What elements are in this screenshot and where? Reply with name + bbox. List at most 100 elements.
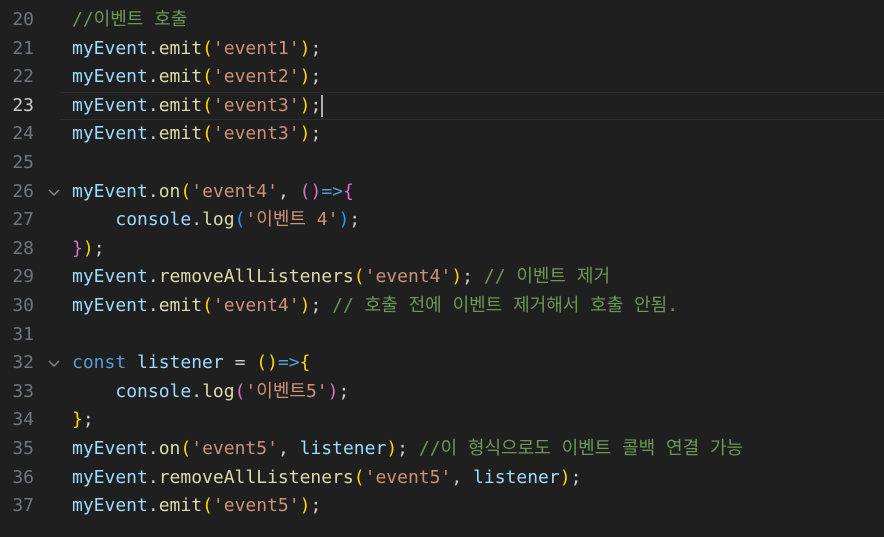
code-text[interactable]: myEvent.emit('event1'); (72, 35, 321, 64)
code-text[interactable]: myEvent.emit('event2'); (72, 63, 321, 92)
code-token: myEvent (72, 180, 148, 202)
text-cursor (321, 94, 324, 117)
code-token: ; (338, 380, 350, 402)
code-text[interactable]: }; (72, 406, 94, 435)
code-token: 'event2' (212, 66, 300, 88)
code-line[interactable]: 21 myEvent.emit('event1'); (0, 35, 884, 64)
code-token: ; (570, 466, 582, 488)
code-line[interactable]: 25 (0, 149, 884, 178)
code-token: log (202, 209, 235, 231)
code-text[interactable]: myEvent.emit('event3'); (72, 120, 321, 149)
code-line[interactable]: 33 console.log('이벤트5'); (0, 378, 884, 407)
code-line[interactable]: 36 myEvent.removeAllListeners('event5', l… (0, 464, 884, 493)
code-token: ) (299, 66, 311, 88)
code-text[interactable]: console.log('이벤트5'); (72, 378, 349, 407)
code-line[interactable]: 27 console.log('이벤트 4'); (0, 206, 884, 235)
code-line[interactable]: 37 myEvent.emit('event5'); (0, 492, 884, 521)
code-token: myEvent (72, 495, 148, 517)
code-token: , (451, 466, 474, 488)
code-token: on (158, 437, 181, 459)
line-number: 36 (12, 466, 34, 488)
code-line[interactable]: 22 myEvent.emit('event2'); (0, 63, 884, 92)
code-token: ; (82, 409, 94, 431)
code-token: ; (310, 123, 322, 145)
code-token: myEvent (72, 266, 148, 288)
code-token: , (277, 437, 300, 459)
line-number: 25 (12, 151, 34, 173)
line-number: 32 (12, 352, 34, 374)
code-token: ( (202, 66, 213, 88)
code-token: ) (559, 466, 571, 488)
code-token: ; (349, 209, 361, 231)
code-line[interactable]: 26 myEvent.on('event4', ()=>{ (0, 178, 884, 207)
code-token: . (147, 37, 159, 59)
code-token: 'event4' (191, 180, 278, 202)
code-line[interactable]: 35 myEvent.on('event5', listener); //이 형식… (0, 435, 884, 464)
code-text[interactable]: myEvent.removeAllListeners('event4'); //… (72, 263, 610, 292)
code-token: ; (310, 37, 322, 59)
code-token: . (147, 66, 159, 88)
code-text[interactable]: console.log('이벤트 4'); (72, 206, 360, 235)
code-token: ; (93, 237, 105, 259)
chevron-down-icon[interactable] (44, 178, 64, 207)
code-text[interactable]: //이벤트 호출 (72, 6, 187, 35)
code-token: emit (158, 37, 203, 59)
code-text[interactable]: const listener = ()=>{ (72, 349, 310, 378)
code-editor[interactable]: 20//이벤트 호출 21 myEvent.emit('event1'); 22 myE… (0, 0, 884, 537)
code-line[interactable]: 23 myEvent.emit('event3'); (0, 91, 884, 121)
code-token: //이 형식으로도 이벤트 콜백 연결 가능 (418, 437, 744, 459)
code-text[interactable]: myEvent.emit('event4'); // 호출 전에 이벤트 제거해… (72, 292, 678, 321)
code-text[interactable]: myEvent.removeAllListeners('event5', lis… (72, 464, 581, 493)
code-token: 'event5' (364, 466, 452, 488)
line-number: 26 (12, 180, 34, 202)
code-token: ; (397, 437, 419, 459)
code-token: emit (158, 123, 203, 145)
code-token: ) (299, 94, 311, 116)
code-line[interactable]: 29 myEvent.removeAllListeners('event4'); … (0, 263, 884, 292)
code-line[interactable]: 30 myEvent.emit('event4'); // 호출 전에 이벤트 제… (0, 292, 884, 321)
code-token: '이벤트 4' (245, 209, 339, 231)
code-line[interactable]: 34}; (0, 406, 884, 435)
code-token: ( (202, 294, 213, 316)
code-token: 'event5' (191, 437, 278, 459)
code-token: ( (353, 466, 365, 488)
code-token: ; (310, 94, 322, 116)
code-token: () (299, 180, 322, 202)
line-number: 24 (12, 123, 34, 145)
code-token: myEvent (72, 437, 148, 459)
code-token: ) (338, 209, 350, 231)
code-token: ) (451, 266, 463, 288)
code-line[interactable]: 31 (0, 321, 884, 350)
code-token: . (147, 466, 159, 488)
code-token: ( (180, 437, 192, 459)
code-line[interactable]: 28}); (0, 235, 884, 264)
code-line[interactable]: 24 myEvent.emit('event3'); (0, 120, 884, 149)
code-token: ( (353, 266, 365, 288)
code-token: . (147, 180, 159, 202)
code-token: '이벤트5' (245, 380, 328, 402)
code-token: ) (299, 37, 311, 59)
code-token: ( (202, 123, 213, 145)
code-token: . (147, 94, 159, 116)
code-token: myEvent (72, 37, 148, 59)
line-number: 37 (12, 495, 34, 517)
code-token: 'event5' (212, 495, 300, 517)
code-text[interactable]: }); (72, 235, 105, 264)
code-text[interactable]: myEvent.on('event5', listener); //이 형식으로… (72, 435, 743, 464)
code-token: . (147, 437, 159, 459)
code-text[interactable]: myEvent.emit('event3'); (72, 92, 324, 121)
code-token: ( (202, 37, 213, 59)
line-number: 28 (12, 237, 34, 259)
line-number: 30 (12, 294, 34, 316)
code-line[interactable]: 20 //이벤트 호출 (0, 6, 884, 35)
code-text[interactable]: myEvent.emit('event5'); (72, 492, 321, 521)
chevron-down-icon[interactable] (44, 349, 64, 378)
code-token: listener (299, 437, 387, 459)
code-token: ) (386, 437, 398, 459)
code-token: listener (473, 466, 560, 488)
code-line[interactable]: 32 const listener = ()=>{ (0, 349, 884, 378)
code-token: } (72, 237, 83, 259)
code-text[interactable]: myEvent.on('event4', ()=>{ (72, 178, 354, 207)
code-token: . (147, 123, 159, 145)
